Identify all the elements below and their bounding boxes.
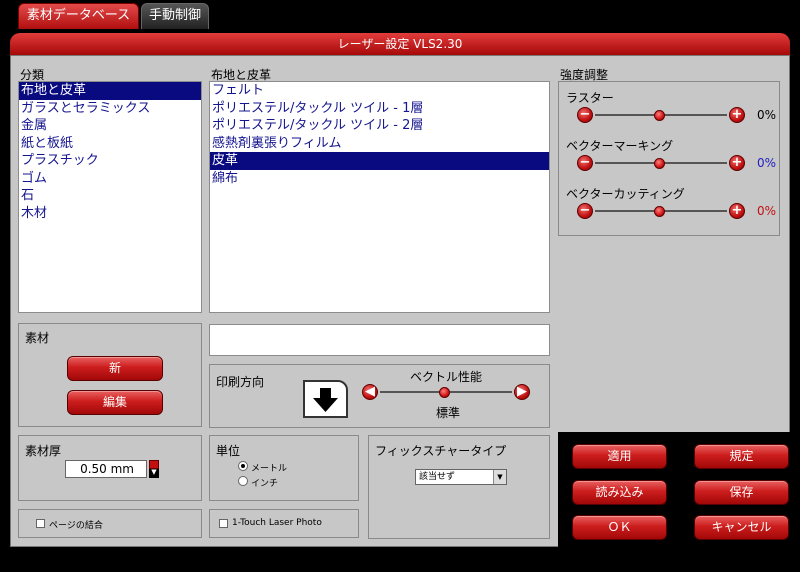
unit-metric-label: メートル [251,464,288,474]
material-item[interactable]: ポリエステル/タックル ツイル - 2層 [210,117,549,135]
unit-inch-radio[interactable] [238,476,248,486]
category-item-plastic[interactable]: プラスチック [19,152,201,170]
material-item[interactable]: フェルト [210,82,549,100]
tab-bar: 素材データベース 手動制御 [0,0,800,31]
slider-knob[interactable] [654,110,665,121]
raster-label: ラスター [566,91,614,105]
ok-button[interactable]: ＯＫ [572,515,667,540]
tab-material-database[interactable]: 素材データベース [18,3,139,29]
arrow-down-icon [313,388,338,412]
arrow-right-icon[interactable]: ▶ [514,384,530,400]
raster-value: 0% [757,108,777,122]
units-panel: 単位 メートル インチ [209,435,359,501]
material-item[interactable]: 感熱剤裏張りフィルム [210,135,549,153]
minus-icon[interactable]: − [577,107,593,123]
minus-icon[interactable]: − [577,203,593,219]
materials-list[interactable]: フェルト ポリエステル/タックル ツイル - 1層 ポリエステル/タックル ツイ… [209,81,550,313]
vector-marking-label: ベクターマーキング [566,139,674,153]
save-button[interactable]: 保存 [694,480,789,505]
material-item[interactable]: 綿布 [210,170,549,188]
arrow-left-icon[interactable]: ◀ [362,384,378,400]
material-item-selected[interactable]: 皮革 [210,152,549,170]
thickness-panel: 素材厚 0.50 mm ▼ [18,435,202,501]
category-item-wood[interactable]: 木材 [19,205,201,223]
vector-cutting-value: 0% [757,204,777,218]
plus-icon[interactable]: + [729,107,745,123]
unit-metric-radio[interactable] [238,461,248,471]
chevron-down-icon[interactable]: ▼ [493,470,506,484]
thickness-label: 素材厚 [25,444,62,458]
one-touch-label: 1-Touch Laser Photo [232,518,322,528]
fixture-select-value: 該当せず [419,472,456,482]
print-direction-button[interactable] [303,380,348,418]
slider-knob[interactable] [654,158,665,169]
new-material-button[interactable]: 新 [67,356,163,381]
unit-inch-label: インチ [251,479,279,489]
material-panel: 素材 新 編集 [18,323,202,427]
units-label: 単位 [216,444,241,458]
category-item-fabric-leather[interactable]: 布地と皮革 [19,82,201,100]
minus-icon[interactable]: − [577,155,593,171]
category-item-glass-ceramics[interactable]: ガラスとセラミックス [19,100,201,118]
apply-button[interactable]: 適用 [572,444,667,469]
plus-icon[interactable]: + [729,155,745,171]
vector-performance-value: 標準 [436,406,461,420]
fixture-panel: フィックスチャータイプ 該当せず ▼ [368,435,550,539]
vector-performance-slider[interactable]: ◀ ▶ [362,384,532,400]
category-list[interactable]: 布地と皮革 ガラスとセラミックス 金属 紙と板紙 プラスチック ゴム 石 木材 [18,81,202,313]
tab-manual-control[interactable]: 手動制御 [141,3,209,29]
vector-performance-label: ベクトル性能 [410,370,483,384]
cancel-button[interactable]: キャンセル [694,515,789,540]
thickness-stepper[interactable]: ▼ [149,460,159,478]
print-direction-label: 印刷方向 [216,375,265,389]
category-item-stone[interactable]: 石 [19,187,201,205]
plus-icon[interactable]: + [729,203,745,219]
vector-marking-value: 0% [757,156,777,170]
category-item-rubber[interactable]: ゴム [19,170,201,188]
one-touch-panel: 1-Touch Laser Photo [209,509,359,538]
vector-cutting-slider[interactable]: − + [577,203,747,219]
description-box [209,324,550,356]
raster-slider[interactable]: − + [577,107,747,123]
vector-marking-slider[interactable]: − + [577,155,747,171]
fixture-label: フィックスチャータイプ [375,444,507,458]
default-button[interactable]: 規定 [694,444,789,469]
one-touch-checkbox[interactable] [219,519,228,528]
intensity-panel: ラスター − + 0% ベクターマーキング − + 0% ベクターカッティング … [558,81,780,236]
window-title: レーザー設定 VLS2.30 [10,33,790,55]
material-item[interactable]: ポリエステル/タックル ツイル - 1層 [210,100,549,118]
slider-knob[interactable] [654,206,665,217]
material-panel-header: 素材 [25,331,50,345]
edit-material-button[interactable]: 編集 [67,390,163,415]
page-merge-checkbox[interactable] [36,519,45,528]
vector-cutting-label: ベクターカッティング [566,187,685,201]
page-merge-label: ページの結合 [49,521,103,531]
slider-knob[interactable] [439,387,450,398]
thickness-input[interactable]: 0.50 mm [65,460,147,478]
category-item-paper[interactable]: 紙と板紙 [19,135,201,153]
load-button[interactable]: 読み込み [572,480,667,505]
page-merge-panel: ページの結合 [18,509,202,538]
print-direction-panel: 印刷方向 ベクトル性能 ◀ ▶ 標準 [209,364,550,428]
fixture-select[interactable]: 該当せず ▼ [415,469,507,485]
category-item-metal[interactable]: 金属 [19,117,201,135]
stepper-down-icon[interactable]: ▼ [149,469,159,478]
